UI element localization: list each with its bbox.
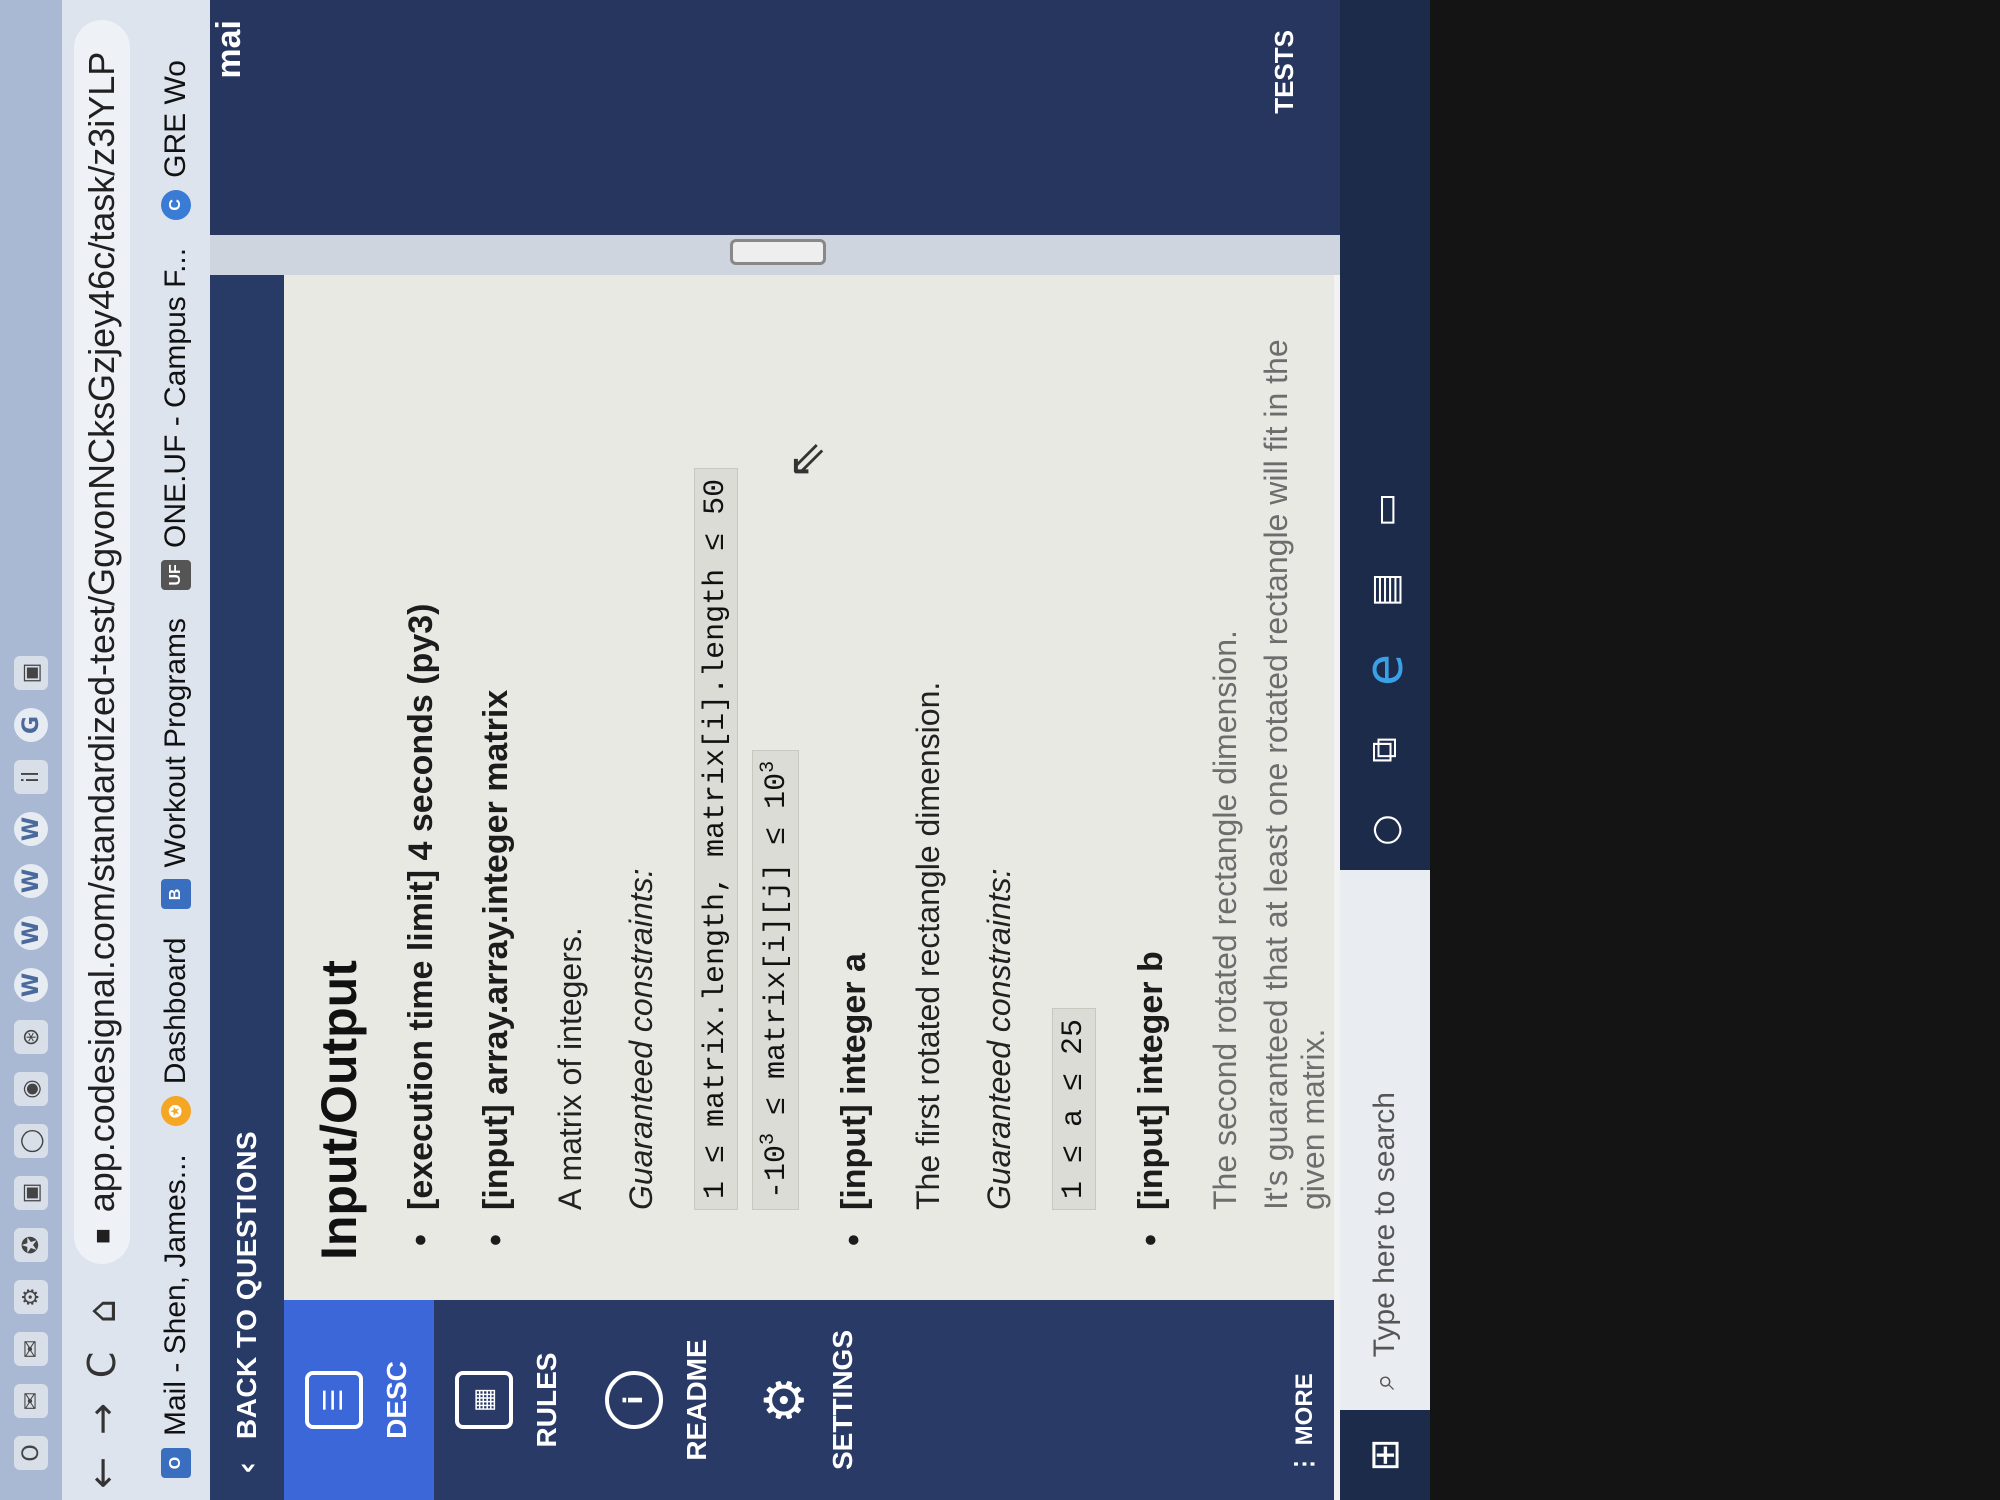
sidebar-item-rules[interactable]: ▦ RULES	[434, 1300, 584, 1500]
browser-tab-strip: O ✉ ✉ ⚙ ✪ ▣ ◯ ◉ ⊛ W W W W il G ▣	[0, 0, 62, 1500]
matrix-constraint-2: -103 ≤ matrix[i][j] ≤ 103	[752, 749, 799, 1210]
section-title: Input/Output	[311, 960, 367, 1260]
matrix-constraint-1: 1 ≤ matrix.length, matrix[i].length ≤ 50	[694, 467, 738, 1210]
mouse-cursor-icon: ⇖	[778, 439, 834, 480]
bookmark-mail[interactable]: O Mail - Shen, James...	[159, 1154, 193, 1478]
list-icon: ▦	[455, 1371, 513, 1429]
b-description: The second rotated rectangle dimension.	[1207, 630, 1243, 1210]
tests-tab[interactable]: TESTS	[1269, 30, 1300, 114]
tab-icon[interactable]: ⊛	[14, 1020, 48, 1054]
left-sidebar: ☰ DESC ▦ RULES i README ⚙ SETTINGS	[284, 1300, 1334, 1500]
bookmark-dashboard[interactable]: ✪ Dashboard	[159, 937, 193, 1127]
monitor-screen: O ✉ ✉ ⚙ ✪ ▣ ◯ ◉ ⊛ W W W W il G ▣ ← → C ⌂…	[0, 0, 2000, 1500]
drag-handle-icon[interactable]	[730, 239, 826, 265]
constraint-part: ≤ matrix[i][j] ≤ 10	[760, 772, 794, 1133]
exec-time-limit: [execution time limit] 4 seconds (py3)	[402, 275, 441, 1260]
sidebar-item-desc[interactable]: ☰ DESC	[284, 1300, 434, 1500]
task-view-icon[interactable]: ⧉	[1364, 710, 1406, 790]
bookmark-label: ONE.UF - Campus F...	[159, 247, 192, 548]
address-bar[interactable]: ■ app.codesignal.com/standardized-test/G…	[74, 20, 130, 1264]
tab-icon-w[interactable]: W	[14, 916, 48, 950]
info-icon: i	[605, 1371, 663, 1429]
b-guarantee: It's guaranteed that at least one rotate…	[1258, 339, 1331, 1210]
constraints-label: Guaranteed constraints:	[981, 868, 1017, 1210]
exponent: 3	[757, 1132, 780, 1145]
tab-icon-w[interactable]: W	[14, 812, 48, 846]
document-icon: ☰	[305, 1371, 363, 1429]
bookmark-workout[interactable]: B Workout Programs	[159, 618, 193, 910]
forward-arrow-icon[interactable]: →	[80, 1392, 124, 1446]
a-description: The first rotated rectangle dimension.	[910, 681, 946, 1210]
bookmark-label: GRE Wo	[159, 60, 192, 178]
tab-icon[interactable]: ✉	[14, 1332, 48, 1366]
explorer-icon[interactable]: ▭	[1365, 470, 1406, 550]
bookmarks-bar: O Mail - Shen, James... ✪ Dashboard B Wo…	[142, 0, 212, 1500]
tab-icon[interactable]: O	[14, 1436, 48, 1470]
tab-icon-google[interactable]: G	[14, 708, 48, 742]
taskbar-search[interactable]: ⌕ Type here to search	[1340, 870, 1430, 1410]
bookmark-oneuf[interactable]: UF ONE.UF - Campus F...	[159, 248, 193, 590]
gear-icon: ⚙	[752, 1375, 816, 1425]
sidebar-item-settings[interactable]: ⚙ SETTINGS	[734, 1300, 884, 1500]
search-placeholder: Type here to search	[1368, 1092, 1401, 1358]
outlook-icon: O	[161, 1448, 191, 1478]
input-a-heading: [input] integer a	[835, 275, 874, 1260]
tab-icon[interactable]: ▣	[14, 1176, 48, 1210]
bookmark-label: Workout Programs	[159, 617, 192, 868]
input-matrix-heading: [input] array.array.integer matrix	[477, 275, 516, 1260]
tab-icon[interactable]: ✪	[14, 1228, 48, 1262]
sidebar-item-readme[interactable]: i README	[584, 1300, 734, 1500]
more-button[interactable]: ⋮ MORE	[1290, 1300, 1340, 1500]
bookmark-gre[interactable]: C GRE Wo	[159, 60, 193, 220]
gre-icon: C	[161, 189, 191, 220]
bookmark-label: Mail - Shen, James...	[159, 1154, 192, 1436]
tab-icon-w[interactable]: W	[14, 864, 48, 898]
store-icon[interactable]: ▤	[1365, 550, 1406, 630]
tab-icon-w[interactable]: W	[14, 968, 48, 1002]
sidebar-item-label: DESC	[381, 1361, 412, 1439]
matrix-description: A matrix of integers.	[552, 927, 588, 1210]
tab-icon[interactable]: ▣	[14, 656, 48, 690]
description-panel: Input/Output [execution time limit] 4 se…	[284, 275, 1334, 1300]
tab-icon[interactable]: ⚙	[14, 1280, 48, 1314]
browser-toolbar: ← → C ⌂ ■ app.codesignal.com/standardize…	[62, 0, 142, 1500]
back-label: BACK TO QUESTIONS	[231, 1130, 262, 1440]
reload-icon[interactable]: C	[80, 1338, 124, 1392]
bookmark-label: Dashboard	[159, 937, 192, 1085]
home-icon[interactable]: ⌂	[80, 1284, 124, 1338]
tab-icon[interactable]: ◯	[14, 1124, 48, 1158]
a-constraint: 1 ≤ a ≤ 25	[1052, 1007, 1096, 1210]
chevron-left-icon: ‹	[229, 1461, 265, 1474]
tab-icon[interactable]: ◉	[14, 1072, 48, 1106]
search-icon: ⌕	[1368, 1373, 1401, 1390]
sidebar-item-label: SETTINGS	[827, 1330, 858, 1471]
windows-start-icon[interactable]: ⊞	[1362, 1410, 1408, 1500]
monitor-bezel	[1430, 0, 2000, 1500]
back-to-questions-button[interactable]: ‹ BACK TO QUESTIONS	[210, 249, 284, 1500]
workout-icon: B	[161, 879, 191, 910]
tab-icon[interactable]: il	[14, 760, 48, 794]
url-text: app.codesignal.com/standardized-test/Ggv…	[81, 51, 122, 1213]
editor-pane: mai TESTS	[210, 0, 1340, 235]
back-arrow-icon[interactable]: ←	[80, 1446, 124, 1500]
tab-icon[interactable]: ✉	[14, 1384, 48, 1418]
main-file-tab[interactable]: mai	[210, 20, 249, 79]
sidebar-item-label: RULES	[531, 1352, 562, 1448]
exponent: 3	[757, 760, 780, 773]
sidebar-item-label: README	[681, 1339, 712, 1461]
input-b-heading: [input] integer b	[1132, 275, 1171, 1260]
uf-icon: UF	[161, 559, 191, 590]
constraints-label: Guaranteed constraints:	[623, 868, 659, 1210]
cortana-icon[interactable]: ○	[1365, 790, 1406, 870]
windows-taskbar: ⊞ ⌕ Type here to search ○ ⧉ e ▤ ▭	[1340, 0, 1430, 1500]
edge-icon[interactable]: e	[1355, 630, 1415, 710]
lock-icon: ■	[86, 1228, 117, 1244]
dashboard-icon: ✪	[161, 1096, 191, 1127]
pane-divider[interactable]	[210, 235, 1340, 275]
constraint-part: -10	[760, 1144, 794, 1199]
